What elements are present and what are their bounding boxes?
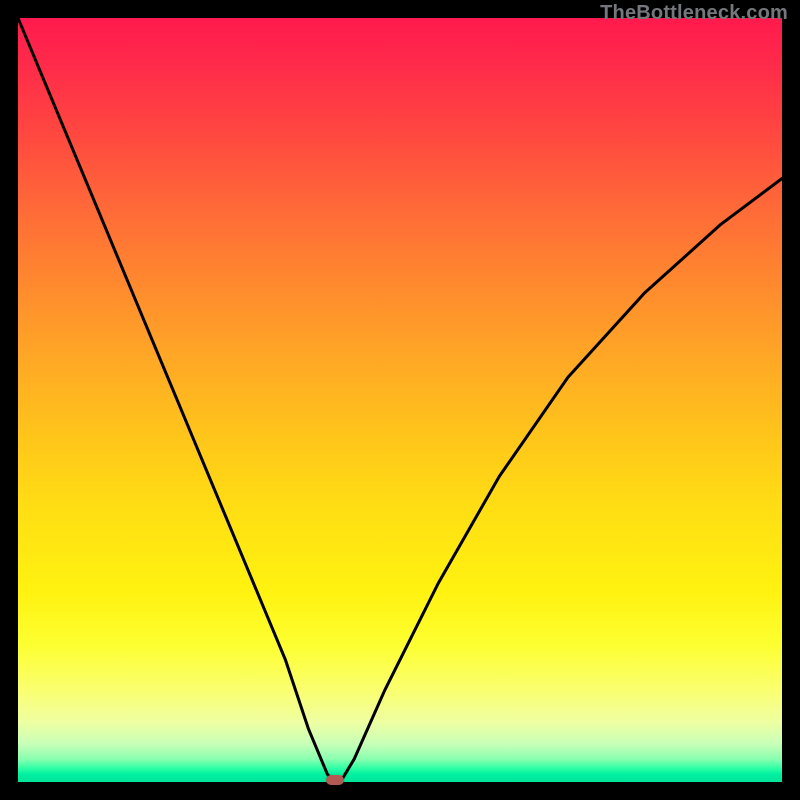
- optimum-marker: [326, 775, 344, 785]
- watermark: TheBottleneck.com: [600, 2, 788, 25]
- bottleneck-curve: [18, 18, 782, 782]
- chart-frame: [18, 18, 782, 782]
